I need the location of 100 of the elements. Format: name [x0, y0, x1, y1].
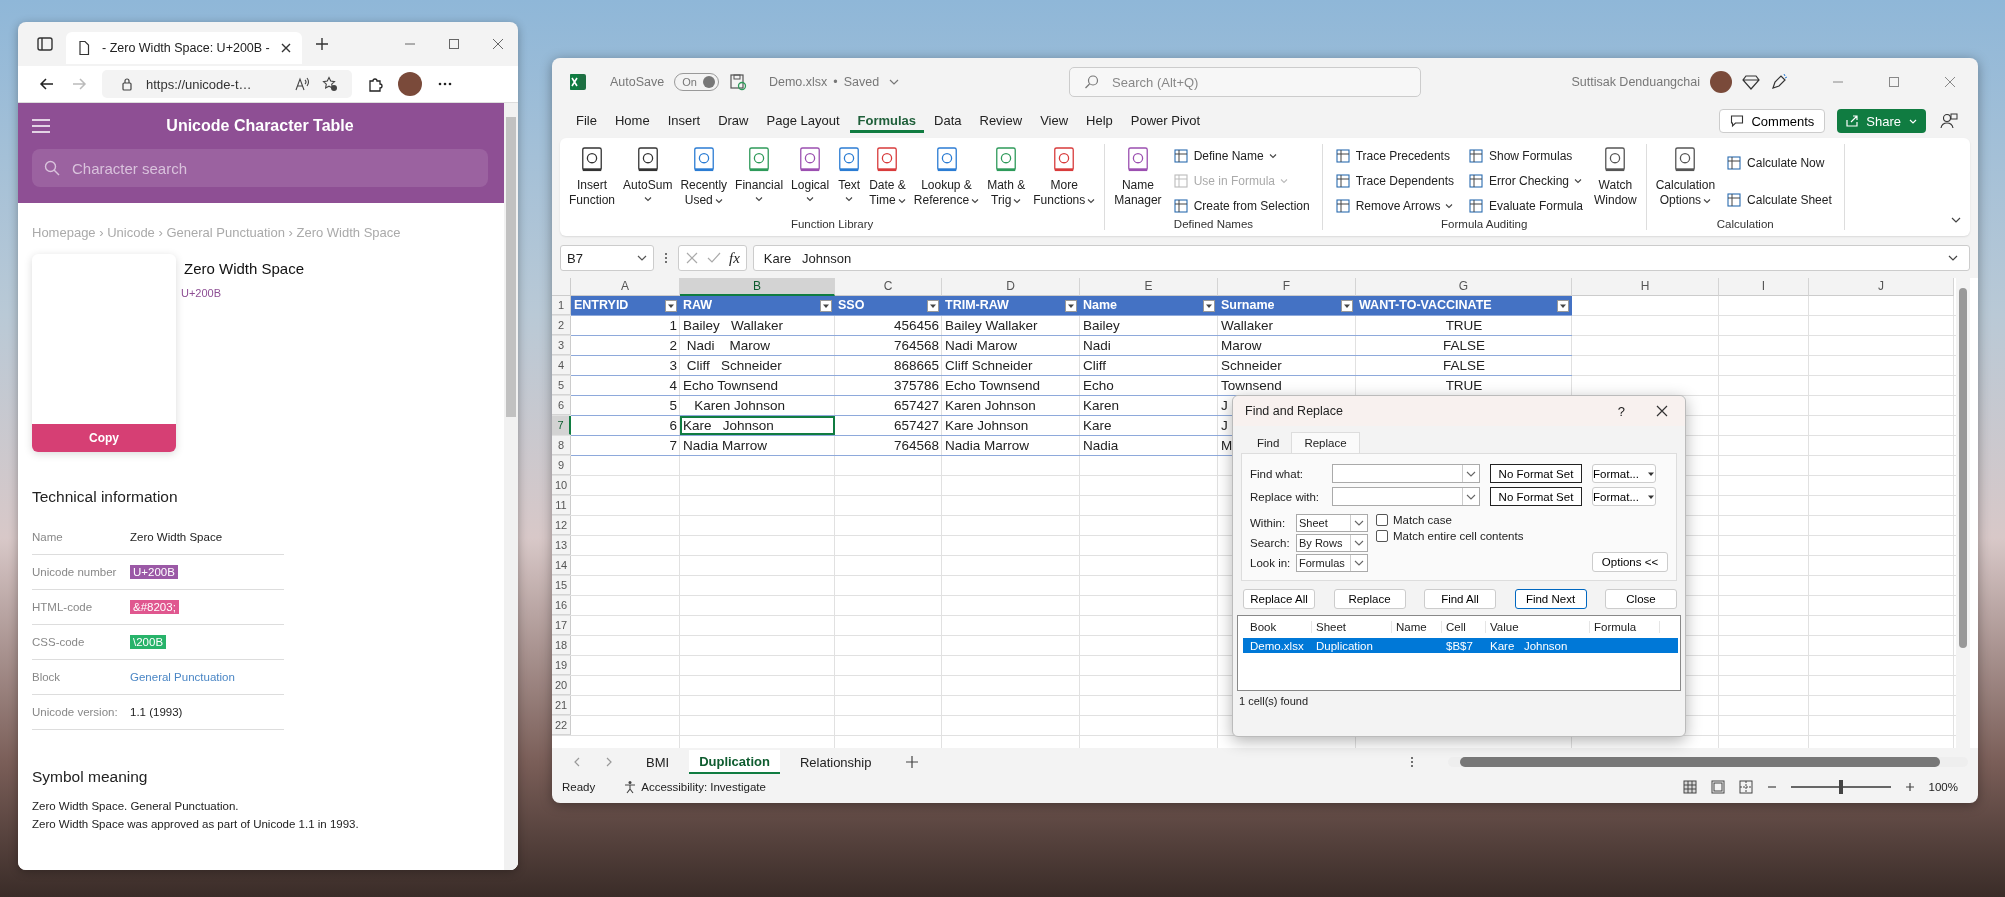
puzzle-icon[interactable]: [366, 75, 384, 93]
avatar[interactable]: [398, 72, 422, 96]
column-header[interactable]: F: [1218, 278, 1356, 296]
search-bar[interactable]: Character search: [32, 149, 488, 187]
column-heading[interactable]: Value: [1486, 621, 1590, 633]
row-header[interactable]: 9: [552, 456, 571, 475]
sidebar-icon[interactable]: [36, 35, 54, 53]
ribbon-button[interactable]: Define Name: [1172, 146, 1310, 167]
dialog-button[interactable]: Find All: [1424, 589, 1496, 609]
ribbon-button[interactable]: Show Formulas: [1467, 146, 1583, 167]
ribbon-button[interactable]: Trace Precedents: [1334, 146, 1454, 167]
format-button[interactable]: Format...: [1592, 487, 1656, 506]
format-preview[interactable]: No Format Set: [1490, 487, 1582, 506]
header-cell[interactable]: TRIM-RAW: [942, 296, 1080, 315]
close-icon[interactable]: [1655, 404, 1669, 418]
header-cell[interactable]: Surname: [1218, 296, 1356, 315]
copy-button[interactable]: Copy: [32, 424, 176, 452]
save-icon[interactable]: [728, 73, 747, 91]
search-bar[interactable]: Search (Alt+Q): [1069, 67, 1422, 97]
row-header[interactable]: 6: [552, 396, 571, 415]
column-header[interactable]: I: [1719, 278, 1809, 296]
column-header[interactable]: J: [1809, 278, 1954, 296]
ribbon-button[interactable]: Trace Dependents: [1334, 171, 1454, 191]
menu-tab[interactable]: Page Layout: [758, 109, 848, 133]
column-heading[interactable]: Formula: [1590, 621, 1660, 633]
row-header[interactable]: 1: [552, 296, 571, 315]
format-preview[interactable]: No Format Set: [1490, 464, 1582, 483]
dialog-tab[interactable]: Find: [1245, 432, 1292, 453]
star-plus-icon[interactable]: [322, 76, 338, 92]
help-button[interactable]: ?: [1617, 403, 1625, 419]
row-header[interactable]: 16: [552, 596, 571, 615]
ribbon-button[interactable]: Insert Function: [566, 144, 619, 218]
row-header[interactable]: 10: [552, 476, 571, 495]
options-button[interactable]: Options <<: [1592, 552, 1668, 572]
dialog-tab[interactable]: Replace: [1291, 432, 1360, 453]
row-header[interactable]: 15: [552, 576, 571, 595]
menu-tab[interactable]: Review: [971, 109, 1031, 133]
accessibility-status[interactable]: Accessibility: Investigate: [623, 780, 766, 794]
zoom-level[interactable]: 100%: [1928, 781, 1958, 793]
row-header[interactable]: 20: [552, 676, 571, 695]
menu-tab[interactable]: Data: [926, 109, 970, 133]
menu-tab[interactable]: Insert: [659, 109, 709, 133]
checkbox-label[interactable]: Match entire cell contents: [1393, 530, 1524, 542]
chevron-left-icon[interactable]: [572, 757, 582, 767]
row-header[interactable]: 7: [552, 416, 571, 435]
checkbox-label[interactable]: Match case: [1393, 514, 1452, 526]
ribbon-button[interactable]: Create from Selection: [1172, 195, 1310, 216]
ribbon-button[interactable]: Calculate Sheet: [1726, 189, 1832, 210]
ribbon-button[interactable]: Evaluate Formula: [1467, 195, 1583, 216]
ribbon-button[interactable]: Recently Used: [677, 144, 731, 218]
active-cell[interactable]: Kare Johnson: [680, 416, 835, 435]
ribbon-button[interactable]: Error Checking: [1467, 171, 1583, 191]
menu-icon[interactable]: [32, 119, 50, 133]
site-title[interactable]: Unicode Character Table: [50, 117, 470, 135]
column-header[interactable]: C: [835, 278, 942, 296]
header-cell[interactable]: Name: [1080, 296, 1218, 315]
row-header[interactable]: 4: [552, 356, 571, 375]
page-layout-icon[interactable]: [1710, 780, 1725, 794]
formula-field[interactable]: Kare Johnson: [752, 245, 1970, 271]
column-header[interactable]: G: [1356, 278, 1572, 296]
maximize-icon[interactable]: [448, 38, 460, 50]
checkbox[interactable]: [1376, 530, 1388, 542]
checkbox[interactable]: [1376, 514, 1388, 526]
column-header[interactable]: B: [680, 278, 835, 296]
address-bar[interactable]: https://unicode-t…: [102, 70, 352, 98]
search-input[interactable]: Search (Alt+Q): [1110, 73, 1407, 91]
plus-icon[interactable]: [1904, 782, 1915, 792]
page-break-icon[interactable]: [1738, 780, 1753, 794]
maximize-icon[interactable]: [1888, 76, 1900, 88]
block-link[interactable]: General Punctuation: [130, 671, 235, 683]
column-header[interactable]: E: [1080, 278, 1218, 296]
header-cell[interactable]: SSO: [835, 296, 942, 315]
sheet-tab[interactable]: BMI: [636, 750, 680, 774]
menu-tab[interactable]: Home: [606, 109, 658, 133]
ribbon-button[interactable]: Lookup & Reference: [910, 144, 983, 218]
name-box[interactable]: B7: [560, 245, 654, 271]
dropdown[interactable]: Sheet: [1296, 514, 1368, 532]
avatar[interactable]: [1710, 71, 1732, 93]
menu-tab[interactable]: Draw: [710, 109, 757, 133]
format-button[interactable]: Format...: [1592, 464, 1656, 483]
ribbon-button[interactable]: Text: [834, 144, 865, 218]
ribbon-button[interactable]: Logical: [788, 144, 833, 218]
filter-button[interactable]: [1065, 300, 1077, 312]
header-cell[interactable]: ENTRYID: [571, 296, 680, 315]
ribbon-button[interactable]: Calculation Options: [1652, 144, 1719, 218]
read-aloud-icon[interactable]: [294, 76, 310, 92]
pen-icon[interactable]: [1770, 73, 1788, 91]
ribbon-button[interactable]: AutoSum: [620, 144, 676, 218]
save-status[interactable]: Saved: [843, 75, 880, 89]
ribbon-button[interactable]: Remove Arrows: [1334, 195, 1454, 216]
row-header[interactable]: 21: [552, 696, 571, 715]
search-input[interactable]: Character search: [70, 158, 476, 178]
dialog-button[interactable]: Find Next: [1514, 589, 1587, 609]
ribbon-button[interactable]: Date & Time: [866, 144, 909, 218]
grid-view-icon[interactable]: [1682, 780, 1697, 794]
ribbon-button[interactable]: Calculate Now: [1726, 152, 1832, 173]
menu-tab[interactable]: Power Pivot: [1122, 109, 1209, 133]
ribbon-button[interactable]: Math & Trig: [984, 144, 1029, 218]
column-header[interactable]: A: [571, 278, 680, 296]
column-heading[interactable]: Book: [1246, 621, 1312, 633]
